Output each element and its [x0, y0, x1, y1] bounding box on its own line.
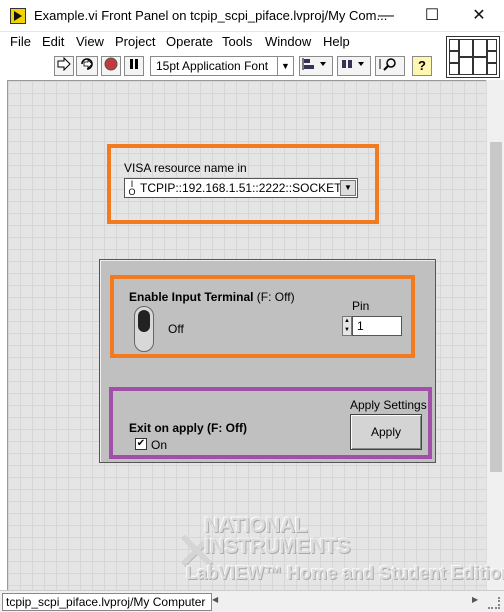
toolbar: 15pt Application Font ▼ ?: [0, 53, 444, 79]
toggle-state-label: Off: [168, 322, 184, 336]
visa-resource-value: TCPIP::192.168.1.51::2222::SOCKET: [140, 181, 342, 195]
connector-terminal: [459, 57, 473, 75]
io-icon: IO: [128, 179, 136, 197]
chevron-down-icon[interactable]: ▼: [340, 180, 356, 196]
menu-bar: File Edit View Project Operate Tools Win…: [0, 32, 504, 52]
labview-app-icon: [10, 8, 26, 24]
connector-terminal: [449, 39, 459, 51]
font-select[interactable]: 15pt Application Font ▼: [150, 56, 294, 76]
menu-help[interactable]: Help: [323, 34, 350, 49]
visa-resource-label: VISA resource name in: [124, 161, 247, 175]
window-title: Example.vi Front Panel on tcpip_scpi_pif…: [34, 8, 388, 23]
exit-on-apply-label: Exit on apply (F: Off): [129, 421, 247, 435]
align-objects-icon: [302, 58, 326, 70]
watermark-edition: LabVIEW™ Home and Student Edition: [186, 563, 504, 583]
apply-settings-label: Apply Settings: [350, 398, 427, 412]
connector-terminal: [473, 57, 487, 75]
connector-pane-icon[interactable]: [446, 36, 500, 78]
menu-window[interactable]: Window: [265, 34, 311, 49]
chevron-down-icon: ▼: [277, 57, 293, 75]
exit-on-apply-checkbox[interactable]: ✔: [135, 438, 147, 450]
apply-button[interactable]: Apply: [350, 414, 422, 450]
scrollbar-thumb[interactable]: [490, 142, 502, 472]
connector-terminal: [449, 63, 459, 75]
run-arrow-icon: [57, 56, 71, 72]
enable-input-terminal-label-bold: Enable Input Terminal: [129, 290, 254, 304]
run-continuously-button[interactable]: [76, 56, 98, 76]
minimize-button[interactable]: —: [363, 0, 409, 32]
watermark-instruments: INSTRUMENTS: [204, 535, 351, 558]
vertical-scrollbar[interactable]: [486, 80, 504, 590]
pause-button[interactable]: [124, 56, 144, 76]
question-mark-icon: ?: [418, 58, 426, 73]
distribute-objects-icon: [342, 60, 364, 68]
left-gutter: [0, 80, 7, 590]
help-button[interactable]: ?: [412, 56, 432, 76]
scroll-left-icon[interactable]: ◀: [212, 595, 218, 604]
menu-edit[interactable]: Edit: [42, 34, 64, 49]
pin-numeric-input[interactable]: 1: [352, 316, 402, 336]
status-bar: tcpip_scpi_piface.lvproj/My Computer ◀ ▶: [0, 590, 504, 612]
enable-input-terminal-label-default: (F: Off): [253, 290, 295, 304]
search-icon: [379, 58, 396, 71]
align-objects-button[interactable]: [299, 56, 333, 76]
maximize-button[interactable]: ☐: [409, 0, 455, 32]
distribute-objects-button[interactable]: [337, 56, 371, 76]
project-context-field[interactable]: tcpip_scpi_piface.lvproj/My Computer: [2, 593, 212, 611]
connector-terminal: [487, 51, 497, 63]
menu-operate[interactable]: Operate: [166, 34, 213, 49]
abort-button[interactable]: [101, 56, 121, 76]
resize-grip-icon[interactable]: [488, 597, 500, 609]
exit-checkbox-label: On: [151, 438, 168, 452]
search-button[interactable]: [375, 56, 405, 76]
pin-increment-decrement[interactable]: ▲ ▼: [342, 316, 352, 336]
enable-input-toggle[interactable]: [134, 306, 154, 352]
pause-icon: [130, 59, 138, 69]
menu-project[interactable]: Project: [115, 34, 155, 49]
title-bar: Example.vi Front Panel on tcpip_scpi_pif…: [0, 0, 504, 32]
scroll-right-icon[interactable]: ▶: [472, 595, 478, 604]
connector-terminal: [449, 51, 459, 63]
connector-terminal: [473, 39, 487, 57]
toggle-knob: [138, 310, 150, 332]
menu-view[interactable]: View: [76, 34, 104, 49]
connector-terminal: [487, 39, 497, 51]
run-button[interactable]: [54, 56, 74, 76]
visa-resource-control[interactable]: IO TCPIP::192.168.1.51::2222::SOCKET ▼: [124, 178, 358, 198]
connector-terminal: [487, 63, 497, 75]
abort-stop-icon: [104, 57, 118, 71]
menu-tools[interactable]: Tools: [222, 34, 252, 49]
enable-input-terminal-label: Enable Input Terminal (F: Off): [129, 290, 295, 304]
font-select-value: 15pt Application Font: [156, 59, 269, 73]
menu-file[interactable]: File: [10, 34, 31, 49]
run-continuously-icon: [81, 58, 93, 70]
pin-label: Pin: [352, 299, 370, 313]
connector-terminal: [459, 39, 473, 57]
close-button[interactable]: ✕: [456, 0, 502, 32]
